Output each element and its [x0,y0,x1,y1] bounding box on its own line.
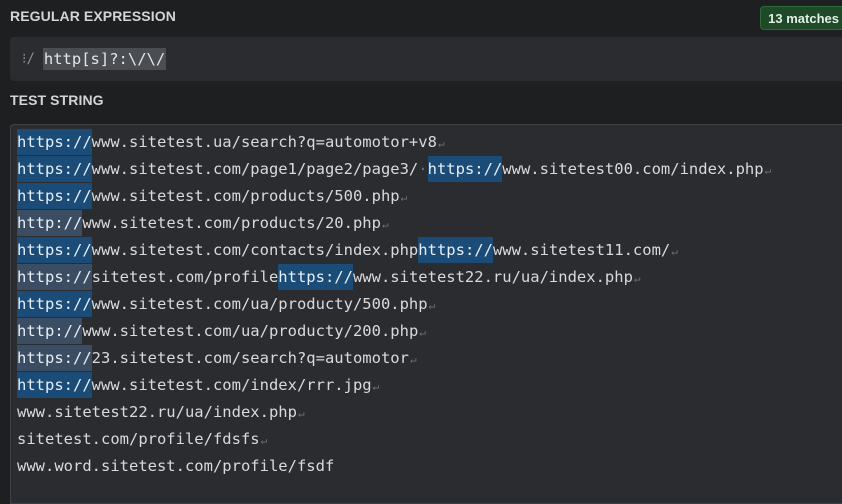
line-break-icon: ↵ [400,191,408,204]
line-break-icon: ↵ [381,218,389,231]
match-highlight: https:// [17,345,92,371]
line-break-icon: ↵ [437,137,445,150]
line-break-icon: ↵ [297,407,305,420]
test-string-line: https://www.sitetest.com/products/500.ph… [17,183,771,210]
test-string-line: https://23.sitetest.com/search?q=automot… [17,345,771,372]
line-break-icon: ↵ [764,164,772,177]
test-string-line: sitetest.com/profile/fdsfs↵ [17,426,771,453]
test-string-line: www.word.sitetest.com/profile/fsdf [17,453,771,480]
line-break-icon: ↵ [671,245,678,258]
test-string-text: www.sitetest.com/ua/producty/200.php [82,322,419,340]
test-string-line: https://sitetest.com/profilehttps://www.… [17,264,771,291]
match-highlight: https:// [418,237,493,263]
test-string-line: www.sitetest22.ru/ua/index.php↵ [17,399,771,426]
test-string-line: https://www.sitetest.com/contacts/index.… [17,237,771,264]
test-string-line: https://www.sitetest.com/page1/page2/pag… [17,156,771,183]
match-highlight: https:// [17,264,92,290]
test-string-line: https://www.sitetest.com/index/rrr.jpg↵ [17,372,771,399]
match-count-badge: 13 matches [760,6,842,30]
test-string-text: www.sitetest.com/ua/producty/500.php [91,295,428,313]
line-break-icon: ↵ [428,299,436,312]
test-string-line: https://www.sitetest.ua/search?q=automot… [17,129,771,156]
line-break-icon: ↵ [633,272,641,285]
test-string-text: www.sitetest11.com/ [492,241,671,259]
line-break-icon: ↵ [372,380,380,393]
match-highlight: https:// [17,156,92,182]
line-break-icon: ↵ [260,434,268,447]
test-string-text: www.sitetest.com/index/rrr.jpg [91,376,372,394]
test-string-text: www.sitetest.com/contacts/index.php [91,241,419,259]
test-string-text: sitetest.com/profile/fdsfs [17,430,260,448]
test-string-text: sitetest.com/profile [91,268,279,286]
match-highlight: https:// [427,156,503,182]
test-string-text: www.sitetest22.ru/ua/index.php [17,403,297,421]
regex-input[interactable]: ⁝/ http[s]?:\/\/ [10,37,842,81]
match-highlight: https:// [17,372,92,398]
line-break-icon: ↵ [409,353,417,366]
match-highlight: http:// [17,318,83,344]
test-string-text: www.word.sitetest.com/profile/fsdf [17,457,335,475]
test-string-line: https://www.sitetest.com/ua/producty/500… [17,291,771,318]
match-highlight: https:// [278,264,353,290]
match-highlight: https:// [17,237,92,263]
match-highlight: http:// [17,210,83,236]
regex-pattern-text[interactable]: http[s]?:\/\/ [42,48,167,70]
test-string-text: www.sitetest.com/products/500.php [91,187,400,205]
test-string-line: http://www.sitetest.com/products/20.php↵ [17,210,771,237]
regex-section-title: REGULAR EXPRESSION [10,8,176,24]
test-string-text: www.sitetest22.ru/ua/index.php [352,268,633,286]
test-string-text: www.sitetest.com/page1/page2/page3/ [91,160,419,178]
test-string-editor[interactable]: https://www.sitetest.ua/search?q=automot… [10,124,842,504]
match-highlight: https:// [17,291,92,317]
test-string-text: www.sitetest.ua/search?q=automotor+v8 [91,133,437,151]
match-highlight: https:// [17,183,92,209]
test-string-text: 23.sitetest.com/search?q=automotor [91,349,409,367]
test-string-lines: https://www.sitetest.ua/search?q=automot… [17,129,771,480]
test-string-section-header: TEST STRING [0,86,842,114]
regex-section-header: REGULAR EXPRESSION 13 matches [0,0,842,32]
test-string-text: www.sitetest.com/products/20.php [82,214,381,232]
test-string-line: http://www.sitetest.com/ua/producty/200.… [17,318,771,345]
test-string-section-title: TEST STRING [10,92,104,108]
whitespace-marker: · [418,160,428,178]
line-break-icon: ↵ [419,326,426,339]
match-highlight: https:// [17,129,92,155]
test-string-text: www.sitetest00.com/index.php [502,160,764,178]
regex-flavor-icon[interactable]: ⁝/ [22,49,35,69]
